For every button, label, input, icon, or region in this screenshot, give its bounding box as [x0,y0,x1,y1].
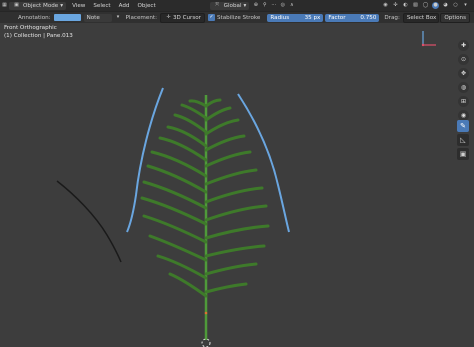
placement-label: Placement: [125,14,157,21]
snap-settings-icon[interactable]: ⋯ [270,2,277,9]
perspective-icon[interactable]: ⊞ [458,96,469,107]
placement-value: 3D Cursor [172,14,201,21]
visibility-icon[interactable]: ◉ [382,2,389,9]
radius-field[interactable]: Radius 35 px [267,13,324,22]
annotation-label: Annotation: [18,14,51,21]
axis-gizmo[interactable] [420,27,444,49]
wireframe-shading-icon[interactable]: ◯ [422,2,429,9]
overlay-icon[interactable]: ◐ [402,2,409,9]
header-bar: ▦ ▣ Object Mode ▾ View Select Add Object… [0,0,474,11]
factor-label: Factor [328,14,346,21]
chevron-down-icon[interactable]: ▾ [115,14,122,21]
shading-options-icon[interactable]: ▾ [462,2,469,9]
annotation-color-swatch[interactable] [53,14,81,21]
pivot-icon[interactable]: ⊕ [252,2,259,9]
menu-object[interactable]: Object [137,3,155,9]
drag-value: Select Box [406,14,437,21]
note-dropdown[interactable]: Note [83,13,112,22]
annotation-stroke-right [237,93,290,233]
menu-select[interactable]: Select [93,3,110,9]
placement-dropdown[interactable]: ✛ 3D Cursor [159,12,205,23]
transform-label: Global [223,2,242,9]
proportional-edit-icon[interactable]: ◎ [279,2,286,9]
zoom-icon[interactable]: ⊙ [458,54,469,65]
view-name: Front Orthographic [4,25,57,31]
object-mode-icon: ▣ [14,2,19,8]
pan-icon[interactable]: ✥ [458,68,469,79]
xray-icon[interactable]: ▧ [412,2,419,9]
radius-value: 35 px [304,14,321,21]
annotation-stroke-left [126,87,164,233]
rendered-shading-icon[interactable]: ○ [452,2,459,9]
menu-view[interactable]: View [72,3,85,9]
stabilize-checkbox[interactable]: ✓ [208,14,215,21]
menu-add[interactable]: Add [119,3,130,9]
transform-orientation-dropdown[interactable]: ⤧ Global ▾ [209,1,250,10]
chevron-down-icon: ▾ [243,2,247,9]
measure-tool-icon[interactable]: ◺ [457,134,469,146]
editor-type-icon[interactable]: ▦ [1,2,8,9]
navigation-controls: ✚ ⊙ ✥ ◍ ⊞ ◉ [458,40,469,121]
factor-value: 0.750 [360,14,377,21]
tool-shelf: ✎ ◺ ▣ [457,120,469,160]
snap-icon[interactable]: ⚲ [261,2,268,9]
mode-dropdown[interactable]: ▣ Object Mode ▾ [9,1,67,10]
fern-leaves [140,98,270,298]
add-cube-tool-icon[interactable]: ▣ [457,148,469,160]
annotate-tool-icon[interactable]: ✎ [457,120,469,132]
3d-cursor [201,338,211,347]
drag-dropdown[interactable]: Select Box [402,12,439,23]
radius-label: Radius [270,14,290,21]
gizmo-icon[interactable]: ✣ [392,2,399,9]
material-shading-icon[interactable]: ◕ [442,2,449,9]
solid-shading-icon[interactable]: ● [432,2,439,9]
black-stroke [56,180,122,263]
stabilize-label: Stabilize Stroke [217,14,261,21]
navigate-gizmo-icon[interactable]: ✚ [458,40,469,51]
drag-label: Drag: [384,14,400,21]
collection-label: (1) Collection | Pane.013 [4,33,73,39]
chevron-down-icon: ▾ [60,2,64,9]
cursor-icon: ✛ [166,14,171,20]
options-label: Options [444,14,466,21]
viewport-canvas[interactable] [0,0,474,347]
note-label: Note [86,14,100,21]
options-dropdown[interactable]: Options [440,12,470,23]
tool-settings-bar: Annotation: Note ▾ Placement: ✛ 3D Curso… [0,11,474,23]
orbit-icon[interactable]: ◍ [458,82,469,93]
axis-icon: ⤧ [215,2,220,8]
factor-field[interactable]: Factor 0.750 [325,13,380,22]
mode-label: Object Mode [23,2,59,9]
proportional-settings-icon[interactable]: ∧ [288,2,295,9]
